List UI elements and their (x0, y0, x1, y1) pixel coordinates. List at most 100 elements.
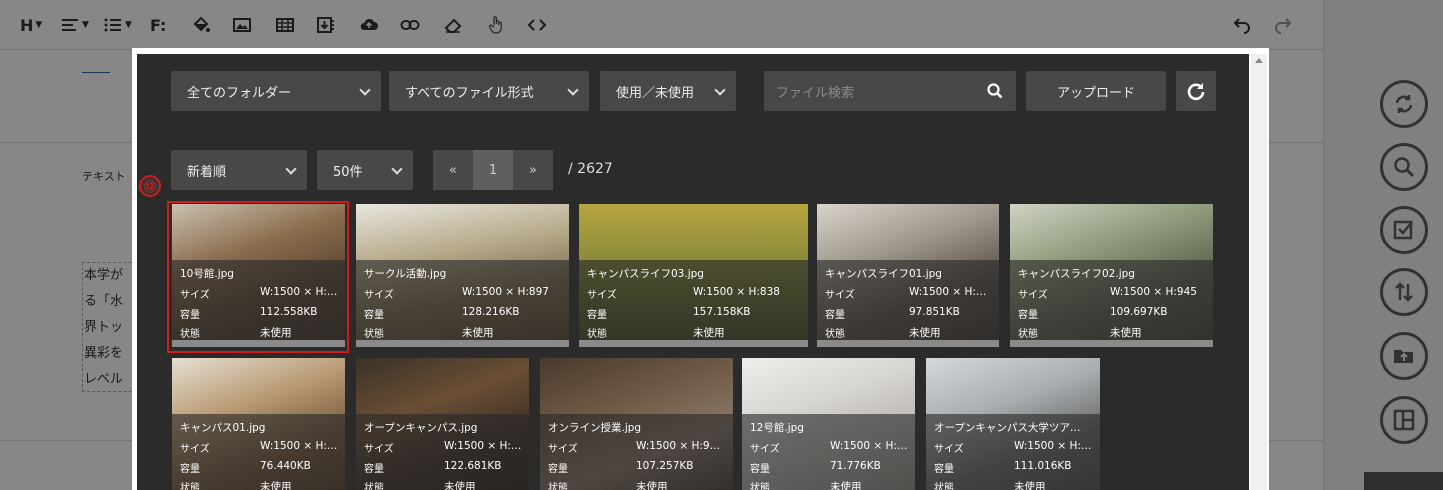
capacity-label: 容量 (180, 464, 200, 475)
file-name: オンライン授業.jpg (548, 422, 642, 434)
size-label: サイズ (825, 290, 855, 301)
file-name: サークル活動.jpg (364, 268, 447, 280)
refresh-icon (1187, 83, 1205, 101)
capacity-value: 107.257KB (636, 460, 694, 472)
file-name: 12号館.jpg (750, 422, 804, 434)
prev-page-button[interactable]: « (433, 150, 473, 190)
size-value: W:1500 × H:9… (636, 440, 721, 452)
size-label: サイズ (587, 290, 617, 301)
size-label: サイズ (750, 444, 780, 455)
size-value: W:1500 × H:838 (693, 286, 780, 298)
file-type-select[interactable]: すべてのファイル形式 (389, 71, 589, 111)
chevron-down-icon (391, 163, 403, 175)
status-label: 状態 (180, 483, 200, 490)
image-card[interactable]: サークル活動.jpg サイズ W:1500 × H:897 容量 128.216… (356, 204, 569, 347)
status-label: 状態 (587, 329, 607, 340)
image-info: 12号館.jpg サイズ W:1500 × H:… 容量 71.776KB 状態… (742, 414, 915, 490)
file-name: オープンキャンパス.jpg (364, 422, 478, 434)
image-info: キャンパスライフ02.jpg サイズ W:1500 × H:945 容量 109… (1010, 260, 1213, 340)
size-label: サイズ (934, 444, 964, 455)
capacity-value: 97.851KB (909, 306, 960, 318)
file-name: オープンキャンパス大学ツア… (934, 422, 1081, 434)
card-footer (817, 340, 999, 347)
status-value: 未使用 (636, 481, 668, 490)
size-value: W:1500 × H:… (830, 440, 908, 452)
search-icon[interactable] (986, 82, 1004, 100)
image-card[interactable]: キャンパス01.jpg サイズ W:1500 × H:… 容量 76.440KB… (172, 358, 345, 490)
capacity-label: 容量 (934, 464, 954, 475)
status-label: 状態 (750, 483, 770, 490)
card-footer (1010, 340, 1213, 347)
capacity-value: 157.158KB (693, 306, 751, 318)
modal-scrollbar[interactable] (1251, 54, 1267, 490)
status-value: 未使用 (462, 327, 494, 339)
size-label: サイズ (364, 444, 394, 455)
capacity-value: 76.440KB (260, 460, 311, 472)
image-card[interactable]: キャンパスライフ01.jpg サイズ W:1500 × H:… 容量 97.85… (817, 204, 999, 347)
size-value: W:1500 × H:897 (462, 286, 549, 298)
size-value: W:1500 × H:945 (1110, 286, 1197, 298)
status-label: 状態 (1018, 329, 1038, 340)
image-card[interactable]: オープンキャンパス.jpg サイズ W:1500 × H:… 容量 122.68… (356, 358, 529, 490)
current-page-label: 1 (488, 162, 498, 178)
usage-select[interactable]: 使用／未使用 (600, 71, 736, 111)
image-card[interactable]: キャンパスライフ02.jpg サイズ W:1500 × H:945 容量 109… (1010, 204, 1213, 347)
capacity-value: 128.216KB (462, 306, 520, 318)
card-footer (579, 340, 808, 347)
card-footer (356, 340, 569, 347)
scroll-up-icon[interactable] (1255, 58, 1263, 63)
capacity-label: 容量 (750, 464, 770, 475)
capacity-label: 容量 (364, 310, 384, 321)
per-page-value: 50件 (333, 164, 363, 180)
file-search-input[interactable]: ファイル検索 (764, 71, 1016, 111)
upload-button[interactable]: アップロード (1026, 71, 1166, 111)
size-value: W:1500 × H:… (444, 440, 522, 452)
size-label: サイズ (1018, 290, 1048, 301)
capacity-label: 容量 (825, 310, 845, 321)
selection-highlight (167, 201, 349, 353)
next-page-label: » (529, 162, 537, 178)
next-page-button[interactable]: » (513, 150, 553, 190)
current-page-button[interactable]: 1 (473, 150, 513, 190)
image-info: キャンパスライフ01.jpg サイズ W:1500 × H:… 容量 97.85… (817, 260, 999, 340)
upload-label: アップロード (1056, 85, 1135, 101)
capacity-label: 容量 (587, 310, 607, 321)
status-label: 状態 (364, 329, 384, 340)
file-name: キャンパス01.jpg (180, 422, 266, 434)
chevron-down-icon (714, 84, 726, 96)
file-type-select-value: すべてのファイル形式 (405, 85, 534, 101)
size-value: W:1500 × H:… (260, 440, 338, 452)
refresh-button[interactable] (1176, 71, 1216, 111)
status-label: 状態 (364, 483, 384, 490)
image-card[interactable]: キャンパスライフ03.jpg サイズ W:1500 × H:838 容量 157… (579, 204, 808, 347)
size-value: W:1500 × H:… (909, 286, 987, 298)
image-card[interactable]: オンライン授業.jpg サイズ W:1500 × H:9… 容量 107.257… (540, 358, 733, 490)
image-card[interactable]: オープンキャンパス大学ツア… サイズ W:1500 × H:… 容量 111.0… (926, 358, 1100, 490)
status-label: 状態 (934, 483, 954, 490)
folder-select-value: 全てのフォルダー (187, 85, 292, 101)
sort-order-select[interactable]: 新着順 (171, 150, 307, 190)
status-value: 未使用 (1110, 327, 1142, 339)
usage-select-value: 使用／未使用 (616, 85, 695, 101)
folder-select[interactable]: 全てのフォルダー (171, 71, 381, 111)
capacity-value: 109.697KB (1110, 306, 1168, 318)
status-value: 未使用 (693, 327, 725, 339)
image-info: サークル活動.jpg サイズ W:1500 × H:897 容量 128.216… (356, 260, 569, 340)
capacity-label: 容量 (548, 464, 568, 475)
total-count: / 2627 (568, 161, 613, 177)
file-name: キャンパスライフ03.jpg (587, 268, 704, 280)
capacity-value: 122.681KB (444, 460, 502, 472)
size-label: サイズ (180, 444, 210, 455)
chevron-down-icon (567, 84, 579, 96)
image-card[interactable]: 12号館.jpg サイズ W:1500 × H:… 容量 71.776KB 状態… (742, 358, 915, 490)
image-info: キャンパス01.jpg サイズ W:1500 × H:… 容量 76.440KB… (172, 414, 345, 490)
capacity-value: 111.016KB (1014, 460, 1072, 472)
status-value: 未使用 (444, 481, 476, 490)
chevron-down-icon (285, 163, 297, 175)
capacity-value: 71.776KB (830, 460, 881, 472)
size-label: サイズ (364, 290, 394, 301)
prev-page-label: « (449, 162, 457, 178)
status-label: 状態 (548, 483, 568, 490)
status-value: 未使用 (909, 327, 941, 339)
per-page-select[interactable]: 50件 (317, 150, 413, 190)
